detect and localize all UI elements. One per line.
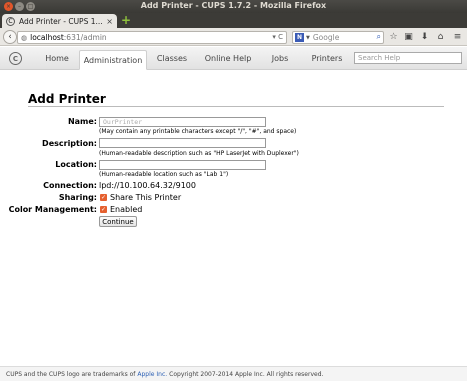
tab-title: Add Printer - CUPS 1... <box>19 16 103 26</box>
home-icon[interactable]: ⌂ <box>435 31 446 43</box>
connection-value: lpd://10.100.64.32/9100 <box>99 181 196 190</box>
tab-home[interactable]: Home <box>36 50 78 67</box>
cups-logo-icon[interactable]: C <box>9 52 22 65</box>
location-input[interactable] <box>99 160 266 170</box>
name-label: Name: <box>67 117 97 126</box>
download-icon[interactable]: ⬇ <box>419 31 430 43</box>
new-tab-button[interactable]: + <box>121 14 132 26</box>
connection-label: Connection: <box>43 181 97 190</box>
location-label: Location: <box>55 160 97 169</box>
chevron-down-icon[interactable]: ▼ <box>306 35 310 41</box>
cups-favicon-icon: C <box>6 16 15 26</box>
reading-list-icon[interactable]: ▣ <box>403 31 414 43</box>
name-input[interactable]: OurPrinter <box>99 117 266 127</box>
search-icon[interactable]: ⌕ <box>377 32 381 42</box>
apple-link[interactable]: Apple Inc. <box>137 371 167 378</box>
search-engine-icon[interactable]: N <box>295 33 304 42</box>
share-printer-label[interactable]: Share This Printer <box>110 193 181 202</box>
color-management-checkbox[interactable]: ✓ <box>100 206 107 213</box>
menu-icon[interactable]: ≡ <box>452 31 463 43</box>
search-bar[interactable]: N ▼ Google ⌕ <box>292 31 384 44</box>
globe-icon: ◍ <box>21 33 28 42</box>
back-button[interactable]: ‹ <box>3 30 17 44</box>
page-footer: CUPS and the CUPS logo are trademarks of… <box>0 366 467 381</box>
tab-online-help[interactable]: Online Help <box>199 50 257 67</box>
browser-tab[interactable]: C Add Printer - CUPS 1... × <box>2 14 117 28</box>
url-path: :631/admin <box>63 33 107 42</box>
navigation-toolbar: ‹ ◍ localhost:631/admin ▾ C N ▼ Google ⌕… <box>0 28 467 46</box>
url-host: localhost <box>30 33 64 42</box>
cups-header: C Home Administration Classes Online Hel… <box>0 47 467 70</box>
search-placeholder: Google <box>312 33 340 42</box>
window-titlebar: × – □ Add Printer - CUPS 1.7.2 - Mozilla… <box>0 0 467 13</box>
continue-button[interactable]: Continue <box>99 216 137 227</box>
tab-close-icon[interactable]: × <box>106 17 113 26</box>
description-hint: (Human-readable description such as "HP … <box>99 150 299 157</box>
window-title: Add Printer - CUPS 1.7.2 - Mozilla Firef… <box>140 1 327 10</box>
url-bar[interactable]: ◍ localhost:631/admin ▾ C <box>17 31 287 44</box>
location-hint: (Human-readable location such as "Lab 1"… <box>99 171 229 178</box>
color-management-option-label[interactable]: Enabled <box>110 205 142 214</box>
tab-printers[interactable]: Printers <box>304 50 350 67</box>
page-title: Add Printer <box>28 92 106 106</box>
description-input[interactable] <box>99 138 266 148</box>
title-divider <box>28 106 444 107</box>
help-search-input[interactable]: Search Help <box>354 52 462 64</box>
tab-administration[interactable]: Administration <box>79 50 147 70</box>
share-printer-checkbox[interactable]: ✓ <box>100 194 107 201</box>
footer-text: CUPS and the CUPS logo are trademarks of <box>6 370 136 378</box>
footer-copyright: Copyright 2007-2014 Apple Inc. All right… <box>169 370 324 378</box>
tab-classes[interactable]: Classes <box>149 50 195 67</box>
sharing-label: Sharing: <box>58 193 97 202</box>
color-management-label: Color Management: <box>8 205 97 214</box>
tab-strip: C Add Printer - CUPS 1... × + <box>0 13 467 28</box>
reload-icon[interactable]: ▾ C <box>272 33 283 41</box>
name-hint: (May contain any printable characters ex… <box>99 128 297 135</box>
bookmark-star-icon[interactable]: ☆ <box>388 31 399 43</box>
tab-jobs[interactable]: Jobs <box>261 50 299 67</box>
back-arrow-icon: ‹ <box>8 32 12 42</box>
description-label: Description: <box>42 139 97 148</box>
